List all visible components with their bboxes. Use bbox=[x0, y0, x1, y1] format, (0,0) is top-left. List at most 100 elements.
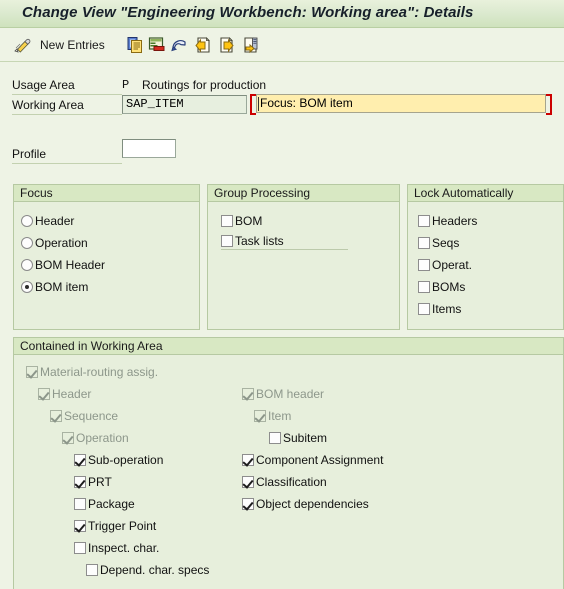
usage-area-key: P bbox=[122, 78, 130, 92]
checkbox-indicator bbox=[26, 366, 38, 378]
tree-item-component-assignment[interactable]: Component Assignment bbox=[242, 452, 383, 468]
checkbox-indicator bbox=[62, 432, 74, 444]
tree-item-bom-header[interactable]: BOM header bbox=[242, 386, 324, 402]
tree-item-sequence[interactable]: Sequence bbox=[50, 408, 118, 424]
checkbox-label: Sequence bbox=[64, 409, 119, 423]
radio-focus-bom-item[interactable]: BOM item bbox=[21, 279, 88, 295]
previous-entry-button[interactable] bbox=[194, 34, 212, 56]
checkbox-indicator bbox=[74, 520, 86, 532]
checkbox-indicator bbox=[418, 303, 430, 315]
checkbox-operat[interactable]: Operat. bbox=[418, 257, 472, 273]
checkbox-label: Item bbox=[268, 409, 292, 423]
tree-item-subitem[interactable]: Subitem bbox=[269, 430, 327, 446]
lock-automatically-title: Lock Automatically bbox=[408, 185, 563, 202]
previous-page-icon bbox=[194, 36, 212, 54]
checkbox-label: Component Assignment bbox=[256, 453, 384, 467]
sap-details-screen: Change View "Engineering Workbench: Work… bbox=[0, 0, 564, 589]
usage-area-text: Routings for production bbox=[142, 78, 267, 92]
checkbox-label: BOM bbox=[235, 214, 263, 228]
radio-label: Header bbox=[35, 214, 75, 228]
tree-item-inspect-char[interactable]: Inspect. char. bbox=[74, 540, 159, 556]
profile-label: Profile bbox=[12, 145, 122, 164]
pencil-icon-button[interactable] bbox=[12, 34, 32, 56]
checkbox-label: Task lists bbox=[235, 234, 284, 248]
checkbox-indicator bbox=[74, 498, 86, 510]
tree-item-item[interactable]: Item bbox=[254, 408, 291, 424]
details-button[interactable] bbox=[148, 34, 166, 56]
radio-focus-header[interactable]: Header bbox=[21, 213, 74, 229]
checkbox-label: Seqs bbox=[432, 236, 460, 250]
checkbox-indicator bbox=[418, 215, 430, 227]
radio-label: BOM item bbox=[35, 280, 89, 294]
checkbox-boms[interactable]: BOMs bbox=[418, 279, 465, 295]
new-entries-label: New Entries bbox=[40, 38, 105, 52]
pencil-icon bbox=[12, 35, 32, 55]
next-page-icon bbox=[218, 36, 236, 54]
lock-automatically-box: Lock Automatically Headers Seqs Operat. … bbox=[407, 184, 564, 330]
checkbox-headers[interactable]: Headers bbox=[418, 213, 477, 229]
tree-item-material-routing-assig[interactable]: Material-routing assig. bbox=[26, 364, 158, 380]
checkbox-label: Sub-operation bbox=[88, 453, 164, 467]
contained-in-working-area-box: Contained in Working Area Material-routi… bbox=[13, 337, 564, 589]
tree-item-object-dependencies[interactable]: Object dependencies bbox=[242, 496, 369, 512]
checkbox-indicator bbox=[269, 432, 281, 444]
working-area-input[interactable]: SAP_ITEM bbox=[122, 95, 247, 114]
checkbox-label: Material-routing assig. bbox=[40, 365, 159, 379]
focus-bracket-right bbox=[546, 94, 552, 115]
variant-icon bbox=[242, 36, 260, 54]
tree-item-depend-char-specs[interactable]: Depend. char. specs bbox=[86, 562, 209, 578]
tree-item-prt[interactable]: PRT bbox=[74, 474, 112, 490]
details-icon bbox=[148, 36, 166, 54]
checkbox-indicator bbox=[254, 410, 266, 422]
checkbox-indicator bbox=[418, 281, 430, 293]
other-entry-button[interactable] bbox=[242, 34, 260, 56]
checkbox-label: Items bbox=[432, 302, 462, 316]
checkbox-label: Header bbox=[52, 387, 92, 401]
checkbox-indicator bbox=[418, 237, 430, 249]
checkbox-bom[interactable]: BOM bbox=[221, 213, 262, 229]
checkbox-indicator bbox=[242, 476, 254, 488]
checkbox-label: Depend. char. specs bbox=[100, 563, 210, 577]
radio-focus-bom-header[interactable]: BOM Header bbox=[21, 257, 105, 273]
checkbox-label: Package bbox=[88, 497, 135, 511]
checkbox-indicator bbox=[38, 388, 50, 400]
checkbox-indicator bbox=[74, 454, 86, 466]
checkbox-label: PRT bbox=[88, 475, 112, 489]
usage-area-text-wrap: Routings for production bbox=[142, 76, 266, 94]
tree-item-sub-operation[interactable]: Sub-operation bbox=[74, 452, 163, 468]
radio-focus-operation[interactable]: Operation bbox=[21, 235, 88, 251]
application-toolbar: New Entries bbox=[0, 28, 564, 62]
checkbox-seqs[interactable]: Seqs bbox=[418, 235, 459, 251]
undo-button[interactable] bbox=[170, 34, 188, 56]
checkbox-label: Operat. bbox=[432, 258, 473, 272]
copy-as-button[interactable] bbox=[126, 34, 144, 56]
checkbox-label: Subitem bbox=[283, 431, 328, 445]
next-entry-button[interactable] bbox=[218, 34, 236, 56]
profile-input[interactable] bbox=[122, 139, 176, 158]
focus-group-box: Focus Header Operation BOM Header BOM it… bbox=[13, 184, 200, 330]
new-entries-button[interactable]: New Entries bbox=[40, 34, 105, 56]
checkbox-task-lists[interactable]: Task lists bbox=[221, 233, 284, 249]
tree-item-operation[interactable]: Operation bbox=[62, 430, 129, 446]
group-processing-title: Group Processing bbox=[208, 185, 399, 202]
usage-area-key-wrap: P bbox=[122, 76, 129, 94]
checkbox-label: BOM header bbox=[256, 387, 325, 401]
checkbox-indicator bbox=[86, 564, 98, 576]
tree-item-header[interactable]: Header bbox=[38, 386, 91, 402]
working-area-description-input[interactable]: Focus: BOM item bbox=[256, 94, 546, 113]
checkbox-label: Operation bbox=[76, 431, 129, 445]
tree-item-package[interactable]: Package bbox=[74, 496, 135, 512]
checkbox-indicator bbox=[418, 259, 430, 271]
checkbox-indicator bbox=[242, 388, 254, 400]
contained-in-working-area-title: Contained in Working Area bbox=[14, 338, 563, 355]
checkbox-indicator bbox=[221, 235, 233, 247]
group-processing-box: Group Processing BOM Task lists bbox=[207, 184, 400, 330]
tree-item-trigger-point[interactable]: Trigger Point bbox=[74, 518, 156, 534]
task-lists-underline bbox=[221, 249, 348, 250]
checkbox-indicator bbox=[74, 542, 86, 554]
tree-item-classification[interactable]: Classification bbox=[242, 474, 327, 490]
undo-icon bbox=[170, 36, 188, 54]
checkbox-label: Inspect. char. bbox=[88, 541, 160, 555]
checkbox-items[interactable]: Items bbox=[418, 301, 461, 317]
working-area-label: Working Area bbox=[12, 96, 122, 115]
